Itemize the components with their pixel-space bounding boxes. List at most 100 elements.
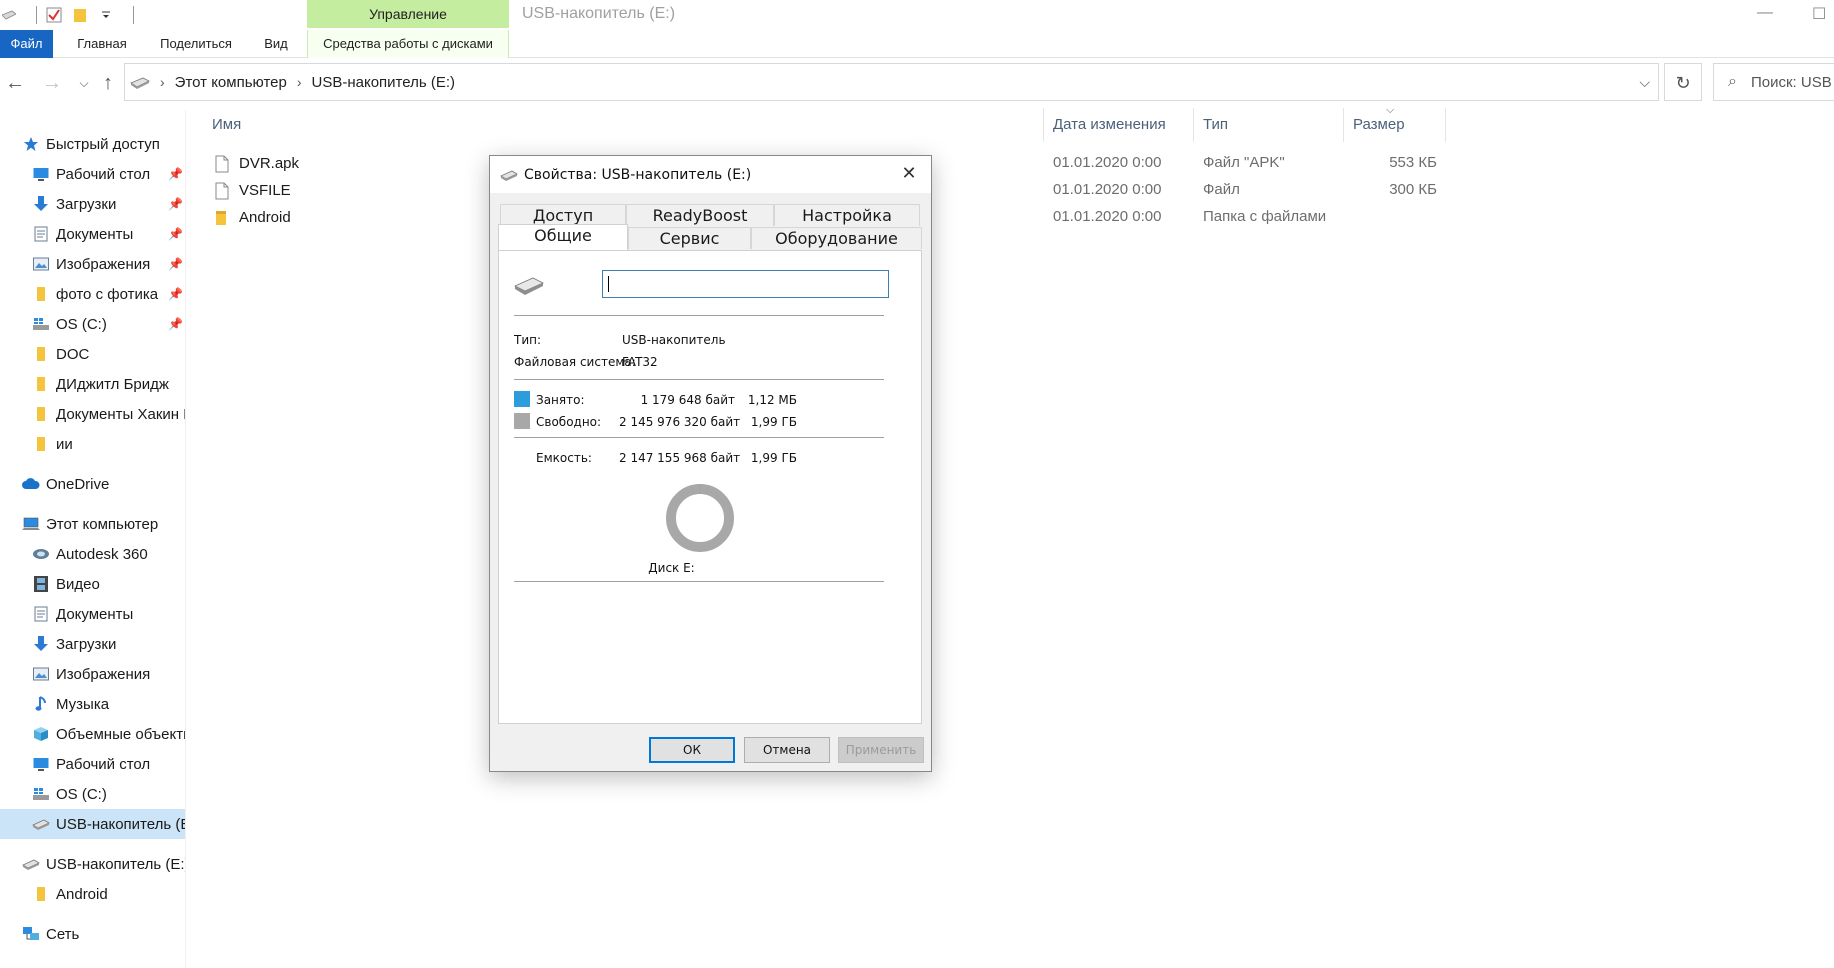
tab-view[interactable]: Вид <box>257 30 295 58</box>
column-header-date[interactable]: Дата изменения <box>1053 108 1166 142</box>
cancel-button[interactable]: Отмена <box>744 737 830 763</box>
new-folder-icon[interactable] <box>71 6 89 24</box>
minimize-button[interactable]: — <box>1757 4 1773 22</box>
manage-context-tab[interactable]: Управление <box>307 0 509 28</box>
breadcrumb-usb-drive[interactable]: USB-накопитель (E:) <box>312 74 455 91</box>
sidebar-item-pc-downloads[interactable]: Загрузки <box>0 629 185 659</box>
back-arrow-icon[interactable]: ← <box>3 71 27 95</box>
address-bar[interactable]: › Этот компьютер › USB-накопитель (E:) ⌵ <box>124 63 1659 101</box>
up-arrow-icon[interactable]: ↑ <box>96 71 120 95</box>
address-dropdown-icon[interactable]: ⌵ <box>1639 74 1650 91</box>
sidebar-item-ii[interactable]: ии <box>0 429 185 459</box>
dialog-title-bar[interactable]: Свойства: USB-накопитель (E:) ✕ <box>490 156 931 193</box>
sidebar-label: ДИджитл Бридж <box>56 375 169 393</box>
sidebar-item-documents[interactable]: Документы 📌 <box>0 219 185 249</box>
pin-icon[interactable]: 📌 <box>168 167 183 181</box>
refresh-icon[interactable]: ↻ <box>1664 63 1702 101</box>
star-icon <box>22 135 40 153</box>
tab-sharing[interactable]: Доступ <box>500 204 626 226</box>
sidebar-item-hakin-docs[interactable]: Документы Хакин Б <box>0 399 185 429</box>
pin-icon[interactable]: 📌 <box>168 197 183 211</box>
tab-home[interactable]: Главная <box>70 30 134 58</box>
sidebar-item-3d-objects[interactable]: Объемные объекты <box>0 719 185 749</box>
tab-tools[interactable]: Сервис <box>628 227 751 249</box>
file-size: 553 КБ <box>1389 154 1437 171</box>
tab-customize[interactable]: Настройка <box>774 204 920 226</box>
search-input[interactable]: ⌕ Поиск: USB <box>1713 63 1834 101</box>
drive-icon[interactable] <box>0 6 18 24</box>
tab-file[interactable]: Файл <box>0 30 53 58</box>
tab-hardware[interactable]: Оборудование <box>751 227 922 249</box>
sidebar-usb-drive[interactable]: USB-накопитель (E:) <box>0 849 185 879</box>
breadcrumb-chevron-icon[interactable]: › <box>160 74 165 90</box>
sidebar-item-os-c[interactable]: OS (C:) 📌 <box>0 309 185 339</box>
network-icon <box>22 925 40 943</box>
sidebar-item-pc-os-c[interactable]: OS (C:) <box>0 779 185 809</box>
capacity-human: 1,99 ГБ <box>750 451 797 465</box>
free-label: Свободно: <box>536 415 602 429</box>
sidebar-item-pc-usb-drive[interactable]: USB-накопитель (E:) <box>0 809 185 839</box>
column-divider[interactable] <box>1343 108 1344 142</box>
sidebar-onedrive[interactable]: OneDrive <box>0 469 185 499</box>
sidebar-item-downloads[interactable]: Загрузки 📌 <box>0 189 185 219</box>
sidebar-item-pc-pictures[interactable]: Изображения <box>0 659 185 689</box>
sidebar-network[interactable]: Сеть <box>0 919 185 949</box>
tab-drive-tools[interactable]: Средства работы с дисками <box>307 30 509 58</box>
divider <box>514 315 884 316</box>
tab-share[interactable]: Поделиться <box>155 30 237 58</box>
folder-icon <box>32 345 50 363</box>
cube-icon <box>32 725 50 743</box>
tab-general[interactable]: Общие <box>498 224 628 250</box>
type-label: Тип: <box>514 333 542 347</box>
properties-check-icon[interactable] <box>45 6 63 24</box>
close-icon[interactable]: ✕ <box>895 160 923 188</box>
sidebar-quick-access[interactable]: Быстрый доступ <box>0 129 185 159</box>
pin-icon[interactable]: 📌 <box>168 227 183 241</box>
pin-icon[interactable]: 📌 <box>168 317 183 331</box>
pin-icon[interactable]: 📌 <box>168 257 183 271</box>
column-divider[interactable] <box>1043 108 1044 142</box>
sidebar-item-autodesk[interactable]: Autodesk 360 <box>0 539 185 569</box>
sidebar-item-doc[interactable]: DOC <box>0 339 185 369</box>
type-value: USB-накопитель <box>622 333 726 347</box>
column-header-type[interactable]: Тип <box>1203 108 1228 142</box>
file-name-cell: DVR.apk <box>215 150 299 177</box>
sidebar-item-pc-desktop[interactable]: Рабочий стол <box>0 749 185 779</box>
autodesk-drive-icon <box>32 545 50 563</box>
sidebar-item-pc-documents[interactable]: Документы <box>0 599 185 629</box>
window-title: USB-накопитель (E:) <box>522 5 676 22</box>
ok-button[interactable]: ОК <box>649 737 735 763</box>
column-header-size[interactable]: Размер <box>1353 108 1405 142</box>
pin-icon[interactable]: 📌 <box>168 287 183 301</box>
column-divider[interactable] <box>1193 108 1194 142</box>
tab-readyboost[interactable]: ReadyBoost <box>626 204 774 226</box>
column-divider[interactable] <box>1445 108 1446 142</box>
sidebar-item-music[interactable]: Музыка <box>0 689 185 719</box>
sidebar-item-videos[interactable]: Видео <box>0 569 185 599</box>
desktop-icon <box>32 165 50 183</box>
apply-button[interactable]: Применить <box>838 737 924 763</box>
breadcrumb-chevron-icon[interactable]: › <box>297 74 302 90</box>
sidebar-item-pictures[interactable]: Изображения 📌 <box>0 249 185 279</box>
column-header-name[interactable]: Имя <box>212 108 241 142</box>
breadcrumb-this-pc[interactable]: Этот компьютер <box>175 74 287 91</box>
film-icon <box>32 575 50 593</box>
file-name-cell: VSFILE <box>215 177 291 204</box>
usb-drive-icon <box>500 169 518 181</box>
sidebar-this-pc[interactable]: Этот компьютер <box>0 509 185 539</box>
qat-dropdown-icon[interactable] <box>97 6 115 24</box>
quick-access-toolbar <box>0 3 134 27</box>
sidebar-item-digital-bridge[interactable]: ДИджитл Бридж <box>0 369 185 399</box>
sidebar-label: DOC <box>56 345 90 363</box>
recent-locations-chevron-icon[interactable]: ⌵ <box>72 71 96 95</box>
forward-arrow-icon[interactable]: → <box>40 71 64 95</box>
maximize-button[interactable]: ☐ <box>1812 4 1826 24</box>
text-caret <box>608 276 609 292</box>
sidebar-item-android[interactable]: Android <box>0 879 185 909</box>
file-name: DVR.apk <box>239 155 300 172</box>
sidebar-label: Загрузки <box>56 635 117 653</box>
filesystem-value: FAT32 <box>622 355 658 369</box>
sidebar-item-desktop[interactable]: Рабочий стол 📌 <box>0 159 185 189</box>
volume-label-input[interactable] <box>602 270 889 298</box>
sidebar-item-photo-folder[interactable]: фото с фотика 📌 <box>0 279 185 309</box>
